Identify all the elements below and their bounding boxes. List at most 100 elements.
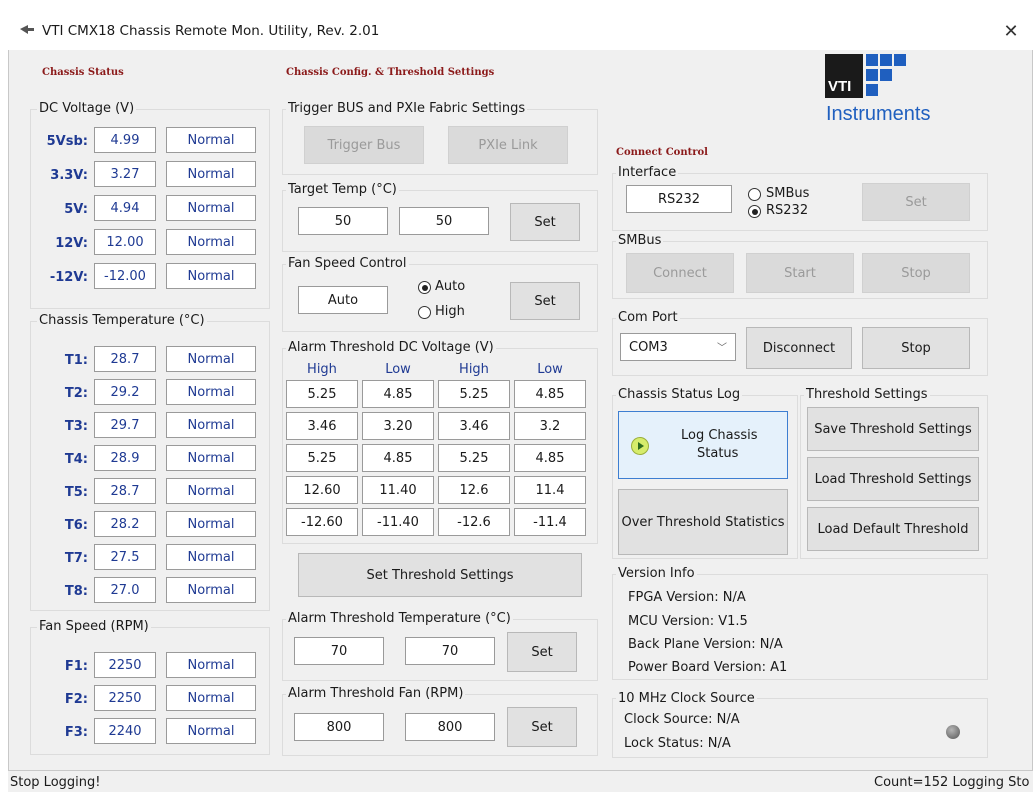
interface-current: RS232: [626, 185, 732, 213]
dc-voltage-row-label: -12V:: [49, 270, 88, 285]
version-info-label: Version Info: [616, 566, 697, 581]
chevron-down-icon: ﹀: [717, 343, 727, 354]
alarm-dc-cell[interactable]: -12.6: [438, 508, 510, 536]
fan-speed-row-status: Normal: [166, 685, 256, 711]
fan-high-radio[interactable]: [418, 306, 431, 319]
temperature-row-status: Normal: [166, 544, 256, 570]
fan-control-label: Fan Speed Control: [286, 256, 409, 271]
logo-vti: VTI: [828, 78, 852, 95]
save-threshold-button[interactable]: Save Threshold Settings: [807, 407, 979, 451]
alarm-temp-input[interactable]: 70: [405, 637, 495, 665]
rs232-radio[interactable]: [748, 205, 761, 218]
alarm-fan-set-button[interactable]: Set: [507, 707, 577, 747]
target-temp-input[interactable]: 50: [399, 207, 489, 235]
fan-speed-row-label: F3:: [64, 725, 88, 740]
dc-voltage-row-value: 3.27: [94, 161, 156, 187]
smbus-start-button[interactable]: Start: [746, 253, 854, 293]
alarm-fan-current: 800: [294, 713, 384, 741]
comport-select[interactable]: COM3 ﹀: [620, 333, 736, 361]
alarm-dc-header: High: [307, 362, 337, 377]
alarm-dc-cell[interactable]: -12.60: [286, 508, 358, 536]
alarm-dc-cell[interactable]: 5.25: [438, 444, 510, 472]
load-threshold-button[interactable]: Load Threshold Settings: [807, 457, 979, 501]
alarm-dc-header: Low: [537, 362, 563, 377]
temperature-row-status: Normal: [166, 478, 256, 504]
alarm-dc-cell[interactable]: 4.85: [362, 444, 434, 472]
over-threshold-statistics-button[interactable]: Over Threshold Statistics: [618, 489, 788, 555]
log-chassis-line1: Log Chassis: [681, 428, 758, 443]
interface-set-button[interactable]: Set: [862, 183, 970, 221]
fpga-version: FPGA Version: N/A: [628, 590, 746, 605]
alarm-dc-cell[interactable]: 5.25: [286, 444, 358, 472]
comport-stop-button[interactable]: Stop: [862, 327, 970, 369]
alarm-dc-cell[interactable]: 5.25: [438, 380, 510, 408]
fan-speed-row-label: F2:: [64, 692, 88, 707]
alarm-fan-input[interactable]: 800: [405, 713, 495, 741]
close-icon[interactable]: ✕: [996, 16, 1026, 46]
log-chassis-line2: Status: [697, 446, 739, 461]
alarm-dc-cell[interactable]: -11.4: [514, 508, 586, 536]
temperature-row-label: T3:: [64, 419, 88, 434]
temperature-row-status: Normal: [166, 511, 256, 537]
alarm-dc-cell[interactable]: 11.4: [514, 476, 586, 504]
alarm-dc-cell[interactable]: 11.40: [362, 476, 434, 504]
temperature-row-label: T1:: [64, 353, 88, 368]
alarm-dc-cell[interactable]: 12.6: [438, 476, 510, 504]
clock-source-label: 10 MHz Clock Source: [616, 691, 757, 706]
smbus-radio[interactable]: [748, 188, 761, 201]
temperature-row-status: Normal: [166, 379, 256, 405]
rs232-radio-label: RS232: [766, 203, 809, 218]
pxie-link-button[interactable]: PXIe Link: [448, 126, 568, 164]
fan-speed-row-value: 2250: [94, 685, 156, 711]
status-log-label: Chassis Status Log: [616, 387, 743, 402]
fan-control-set-button[interactable]: Set: [510, 282, 580, 320]
dc-voltage-row-status: Normal: [166, 229, 256, 255]
temperature-row-status: Normal: [166, 412, 256, 438]
alarm-dc-cell[interactable]: 4.85: [514, 380, 586, 408]
alarm-dc-header: High: [459, 362, 489, 377]
comport-selected: COM3: [629, 339, 668, 355]
temperature-row-label: T5:: [64, 485, 88, 500]
dc-voltage-row-value: 4.99: [94, 127, 156, 153]
dc-voltage-label: DC Voltage (V): [37, 101, 137, 116]
alarm-dc-cell[interactable]: -11.40: [362, 508, 434, 536]
vti-logo: VTI Instruments: [822, 52, 942, 128]
dc-voltage-row-status: Normal: [166, 127, 256, 153]
smbus-connect-button[interactable]: Connect: [626, 253, 734, 293]
fan-high-label: High: [435, 304, 465, 319]
alarm-temp-set-button[interactable]: Set: [507, 632, 577, 672]
trigger-bus-button[interactable]: Trigger Bus: [304, 126, 424, 164]
temperature-row-value: 27.0: [94, 577, 156, 603]
config-heading: Chassis Config. & Threshold Settings: [286, 67, 495, 78]
fan-control-current: Auto: [298, 286, 388, 314]
interface-label: Interface: [616, 165, 679, 180]
temperature-row-value: 28.7: [94, 478, 156, 504]
fan-speed-label: Fan Speed (RPM): [37, 619, 151, 634]
alarm-dc-cell[interactable]: 3.2: [514, 412, 586, 440]
temperature-row-value: 28.9: [94, 445, 156, 471]
chassis-status-heading: Chassis Status: [42, 67, 124, 78]
target-temp-label: Target Temp (°C): [286, 182, 399, 197]
target-temp-set-button[interactable]: Set: [510, 203, 580, 241]
disconnect-button[interactable]: Disconnect: [746, 327, 852, 369]
temperature-row-value: 29.2: [94, 379, 156, 405]
alarm-dc-cell[interactable]: 4.85: [514, 444, 586, 472]
alarm-dc-cell[interactable]: 12.60: [286, 476, 358, 504]
app-icon: [20, 25, 34, 34]
window-title: VTI CMX18 Chassis Remote Mon. Utility, R…: [42, 23, 380, 39]
smbus-stop-button[interactable]: Stop: [862, 253, 970, 293]
log-chassis-status-button[interactable]: Log Chassis Status: [618, 411, 788, 479]
alarm-dc-cell[interactable]: 3.20: [362, 412, 434, 440]
alarm-dc-cell[interactable]: 5.25: [286, 380, 358, 408]
alarm-dc-cell[interactable]: 3.46: [438, 412, 510, 440]
threshold-settings-label: Threshold Settings: [804, 387, 930, 402]
trigger-label: Trigger BUS and PXIe Fabric Settings: [286, 101, 528, 116]
alarm-dc-cell[interactable]: 3.46: [286, 412, 358, 440]
fan-auto-radio[interactable]: [418, 281, 431, 294]
dc-voltage-row-value: -12.00: [94, 263, 156, 289]
smbus-label: SMBus: [616, 233, 664, 248]
lock-indicator-led: [946, 725, 960, 739]
load-default-threshold-button[interactable]: Load Default Threshold: [807, 507, 979, 551]
alarm-dc-cell[interactable]: 4.85: [362, 380, 434, 408]
set-threshold-settings-button[interactable]: Set Threshold Settings: [298, 553, 582, 597]
